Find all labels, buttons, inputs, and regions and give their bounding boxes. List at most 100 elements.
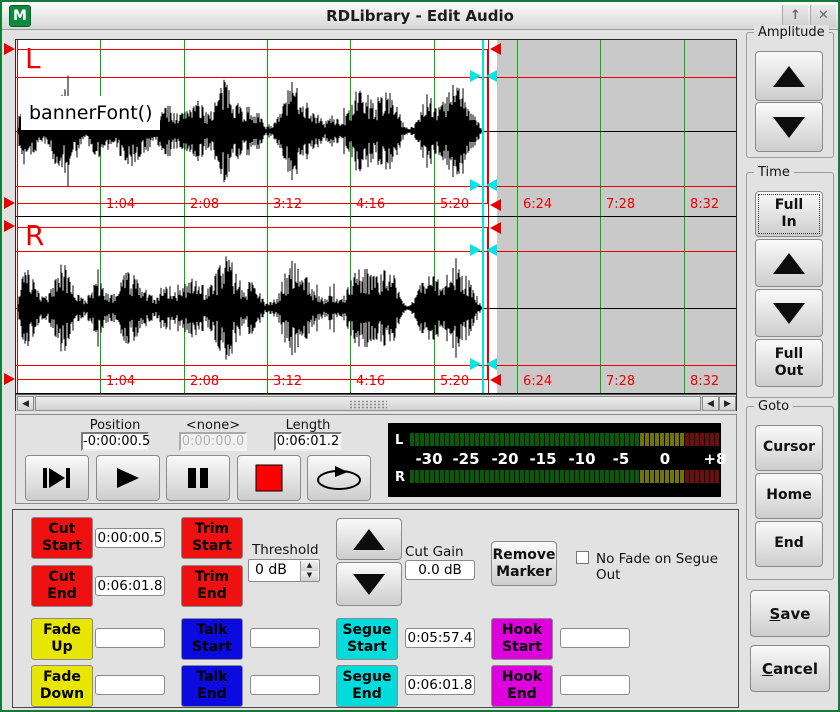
meter-scale-label: -5 [613, 450, 630, 468]
meter-segment [515, 470, 519, 483]
meter-segment [705, 433, 709, 446]
meter-segment [630, 433, 634, 446]
meter-segment [465, 433, 469, 446]
cut-start-line[interactable] [17, 217, 18, 393]
spin-up-icon[interactable]: ▲ [300, 561, 318, 571]
talk-end-button[interactable]: Talk End [181, 665, 243, 707]
cancel-button[interactable]: Cancel [750, 645, 830, 692]
cut-start-marker-icon[interactable] [4, 43, 15, 55]
meter-segment [575, 433, 579, 446]
time-full-in-button[interactable]: Full In [755, 191, 823, 237]
length-field: 0:06:01.2 [274, 432, 342, 451]
scrollbar-thumb[interactable] [35, 396, 701, 411]
amplitude-down-button[interactable] [755, 102, 823, 152]
window-title: RDLibrary - Edit Audio [2, 2, 838, 30]
meter-bar-left [410, 433, 721, 446]
no-fade-checkbox[interactable] [576, 551, 589, 564]
segue-start-line[interactable] [482, 40, 484, 216]
hook-end-field [560, 675, 630, 695]
goto-group-label: Goto [754, 399, 793, 414]
meter-segment [635, 470, 639, 483]
cut-region-marker-icon[interactable] [4, 220, 15, 232]
segue-end-button[interactable]: Segue End [336, 665, 398, 707]
amplitude-group-label: Amplitude [754, 25, 829, 40]
segue-marker-icon[interactable] [470, 244, 481, 256]
cut-region-marker-icon[interactable] [4, 373, 15, 385]
goto-home-button[interactable]: Home [755, 473, 823, 519]
fade-up-button[interactable]: Fade Up [31, 618, 93, 660]
stop-button[interactable] [237, 455, 301, 501]
talk-start-button[interactable]: Talk Start [181, 618, 243, 660]
titlebar[interactable]: M RDLibrary - Edit Audio ↑ ✕ [2, 2, 838, 30]
play-button[interactable] [96, 455, 160, 501]
meter-segment [705, 470, 709, 483]
time-label: 4:16 [356, 197, 385, 212]
meter-segment [580, 470, 584, 483]
gain-up-button[interactable] [336, 518, 402, 560]
segue-marker-icon[interactable] [486, 70, 497, 82]
meter-segment [580, 433, 584, 446]
hook-start-button[interactable]: Hook Start [491, 618, 553, 660]
segue-marker-icon[interactable] [470, 179, 481, 191]
trim-start-button[interactable]: Trim Start [181, 517, 243, 559]
loop-button[interactable] [307, 455, 371, 501]
time-zoom-in-button[interactable] [755, 239, 823, 287]
threshold-spinner[interactable]: 0 dB ▲ ▼ [248, 559, 320, 582]
segue-start-button[interactable]: Segue Start [336, 618, 398, 660]
segue-start-line[interactable] [482, 217, 484, 393]
cut-end-marker-icon[interactable] [490, 199, 501, 211]
spin-down-icon[interactable]: ▼ [300, 571, 318, 581]
meter-segment [655, 470, 659, 483]
cut-end-marker-icon[interactable] [490, 222, 501, 234]
meter-right-label: R [395, 470, 405, 485]
segue-marker-icon[interactable] [486, 244, 497, 256]
waveform-channel-right[interactable]: R 1:042:083:124:165:206:247:288:32 [16, 217, 736, 394]
meter-segment [500, 433, 504, 446]
segue-marker-icon[interactable] [470, 358, 481, 370]
shade-window-icon[interactable]: ↑ [782, 5, 808, 27]
time-full-out-button[interactable]: Full Out [755, 339, 823, 387]
save-button[interactable]: Save [750, 590, 830, 637]
time-label: 3:12 [273, 197, 302, 212]
gain-down-button[interactable] [336, 562, 402, 606]
meter-segment [490, 470, 494, 483]
scroll-left-icon[interactable]: ◀ [17, 396, 34, 411]
amplitude-up-button[interactable] [755, 51, 823, 101]
cut-end-marker-icon[interactable] [490, 374, 501, 386]
meter-segment [510, 470, 514, 483]
scroll-left-icon[interactable]: ◀ [702, 396, 719, 411]
remove-marker-button[interactable]: Remove Marker [491, 541, 557, 586]
cut-start-line[interactable] [17, 40, 18, 216]
cut-end-button[interactable]: Cut End [31, 565, 93, 607]
cut-end-marker-icon[interactable] [490, 43, 501, 55]
meter-segment [505, 433, 509, 446]
meter-segment [610, 433, 614, 446]
meter-segment [585, 470, 589, 483]
pause-button[interactable] [166, 455, 230, 501]
goto-cursor-button[interactable]: Cursor [755, 425, 823, 471]
hook-end-button[interactable]: Hook End [491, 665, 553, 707]
time-zoom-out-button[interactable] [755, 289, 823, 337]
segue-marker-icon[interactable] [486, 358, 497, 370]
meter-segment [450, 470, 454, 483]
audio-waveform [16, 217, 736, 394]
segue-marker-icon[interactable] [486, 179, 497, 191]
fade-down-field [95, 675, 165, 695]
waveform-channel-left[interactable]: L bannerFont() 1:042:083:124:165:206:247… [16, 40, 736, 217]
time-label: 1:04 [106, 374, 135, 389]
goto-end-button[interactable]: End [755, 521, 823, 567]
meter-segment [485, 470, 489, 483]
scroll-right-icon[interactable]: ▶ [719, 396, 736, 411]
trim-end-button[interactable]: Trim End [181, 565, 243, 607]
fade-down-button[interactable]: Fade Down [31, 665, 93, 707]
time-label: 2:08 [190, 197, 219, 212]
segue-marker-icon[interactable] [470, 70, 481, 82]
rivendell-logo-icon: M [9, 5, 31, 27]
waveform-display[interactable]: L bannerFont() 1:042:083:124:165:206:247… [15, 39, 737, 411]
cut-start-button[interactable]: Cut Start [31, 517, 93, 559]
close-window-icon[interactable]: ✕ [810, 5, 836, 27]
waveform-scrollbar[interactable]: ◀ ◀ ▶ [16, 394, 736, 411]
cut-region-marker-icon[interactable] [4, 197, 15, 209]
play-from-start-button[interactable] [25, 455, 89, 501]
meter-segment [565, 470, 569, 483]
